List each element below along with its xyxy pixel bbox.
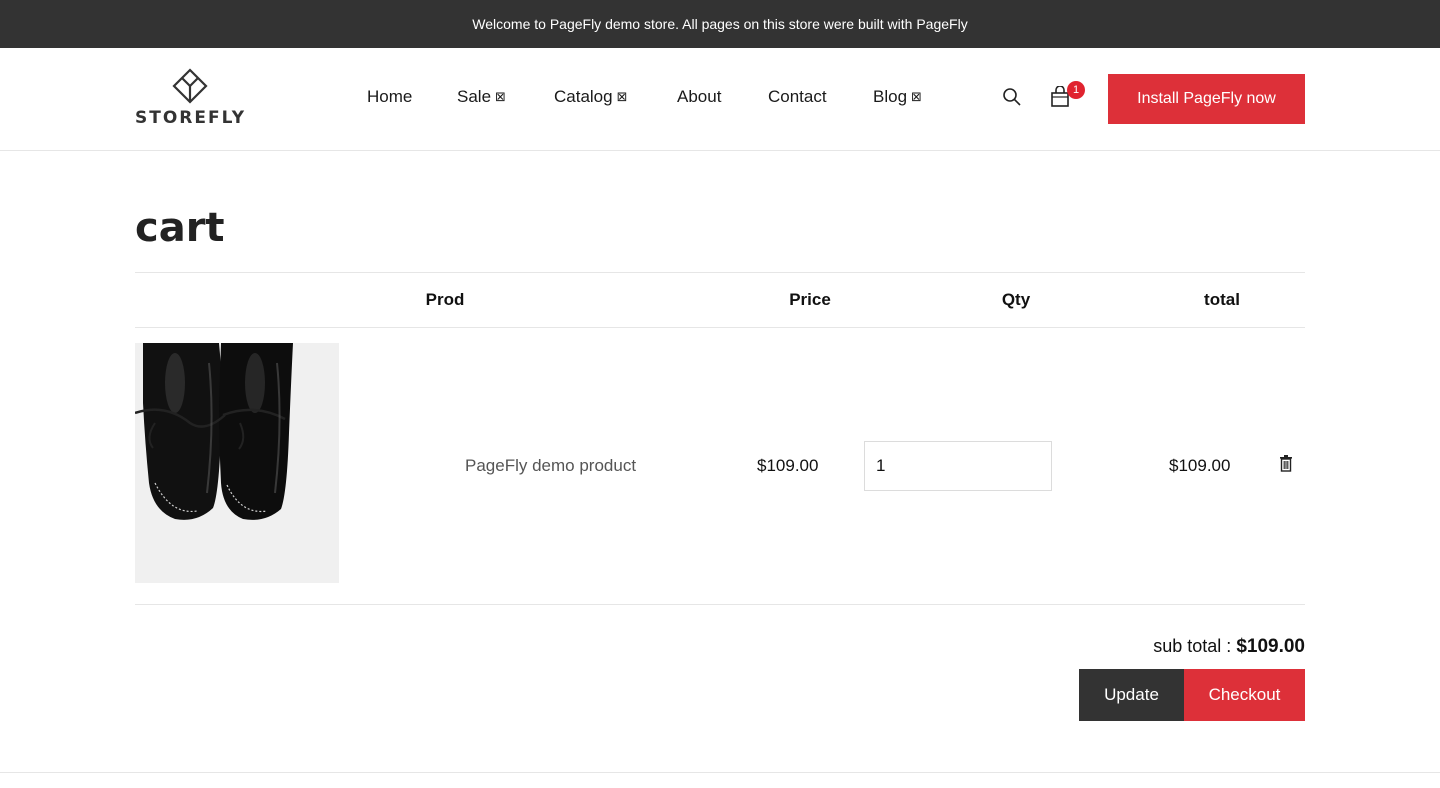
trash-icon[interactable]	[1279, 455, 1293, 472]
checkout-button[interactable]: Checkout	[1184, 669, 1305, 721]
dropdown-icon: ⊠	[616, 89, 628, 104]
install-pagefly-button[interactable]: Install PageFly now	[1108, 74, 1305, 124]
site-header: STOREFLY Home Sale ⊠ Catalog ⊠ About Conta…	[0, 48, 1440, 151]
quantity-input[interactable]	[864, 441, 1052, 491]
cart-count-badge: 1	[1067, 81, 1085, 99]
dropdown-icon: ⊠	[495, 89, 506, 104]
announcement-bar: Welcome to PageFly demo store. All pages…	[0, 0, 1440, 48]
table-top-divider	[135, 272, 1305, 273]
line-total: $109.00	[1169, 456, 1231, 475]
nav-item-about[interactable]: About	[677, 87, 721, 107]
shoe-image	[135, 343, 339, 583]
announcement-text: Welcome to PageFly demo store. All pages…	[472, 16, 968, 32]
header-divider	[135, 327, 1305, 328]
search-icon[interactable]	[1002, 87, 1022, 107]
nav-item-label: Sale	[457, 87, 492, 106]
nav-item-label: About	[677, 87, 722, 106]
product-price: $109.00	[757, 456, 819, 475]
product-name-link[interactable]: PageFly demo product	[465, 456, 636, 476]
column-header-qty: Qty	[1001, 290, 1031, 309]
nav-item-catalog[interactable]: Catalog ⊠	[554, 87, 628, 107]
dropdown-icon: ⊠	[911, 89, 922, 104]
update-cart-button[interactable]: Update	[1079, 669, 1184, 721]
column-header-price: Price	[789, 290, 831, 309]
nav-item-sale[interactable]: Sale ⊠	[457, 87, 506, 107]
page-title: cart	[135, 205, 225, 251]
nav-item-home[interactable]: Home	[367, 87, 412, 107]
nav-item-label: Contact	[768, 87, 827, 106]
nav-item-contact[interactable]: Contact	[768, 87, 827, 107]
product-image[interactable]	[135, 343, 339, 583]
store-logo[interactable]: STOREFLY	[135, 68, 245, 128]
logo-diamond-icon	[172, 68, 208, 104]
logo-text: STOREFLY	[135, 108, 247, 128]
nav-item-label: Blog	[873, 87, 908, 106]
subtotal-value: $109.00	[1236, 636, 1305, 657]
column-header-total: total	[1204, 290, 1240, 309]
nav-item-blog[interactable]: Blog ⊠	[873, 87, 922, 107]
column-header-product: Prod	[425, 290, 465, 309]
subtotal-label: sub total :	[1153, 636, 1237, 656]
footer-divider	[0, 772, 1440, 773]
nav-item-label: Home	[367, 87, 413, 106]
subtotal: sub total : $109.00	[1153, 636, 1305, 658]
nav-item-label: Catalog	[554, 87, 613, 106]
table-bottom-divider	[135, 604, 1305, 605]
